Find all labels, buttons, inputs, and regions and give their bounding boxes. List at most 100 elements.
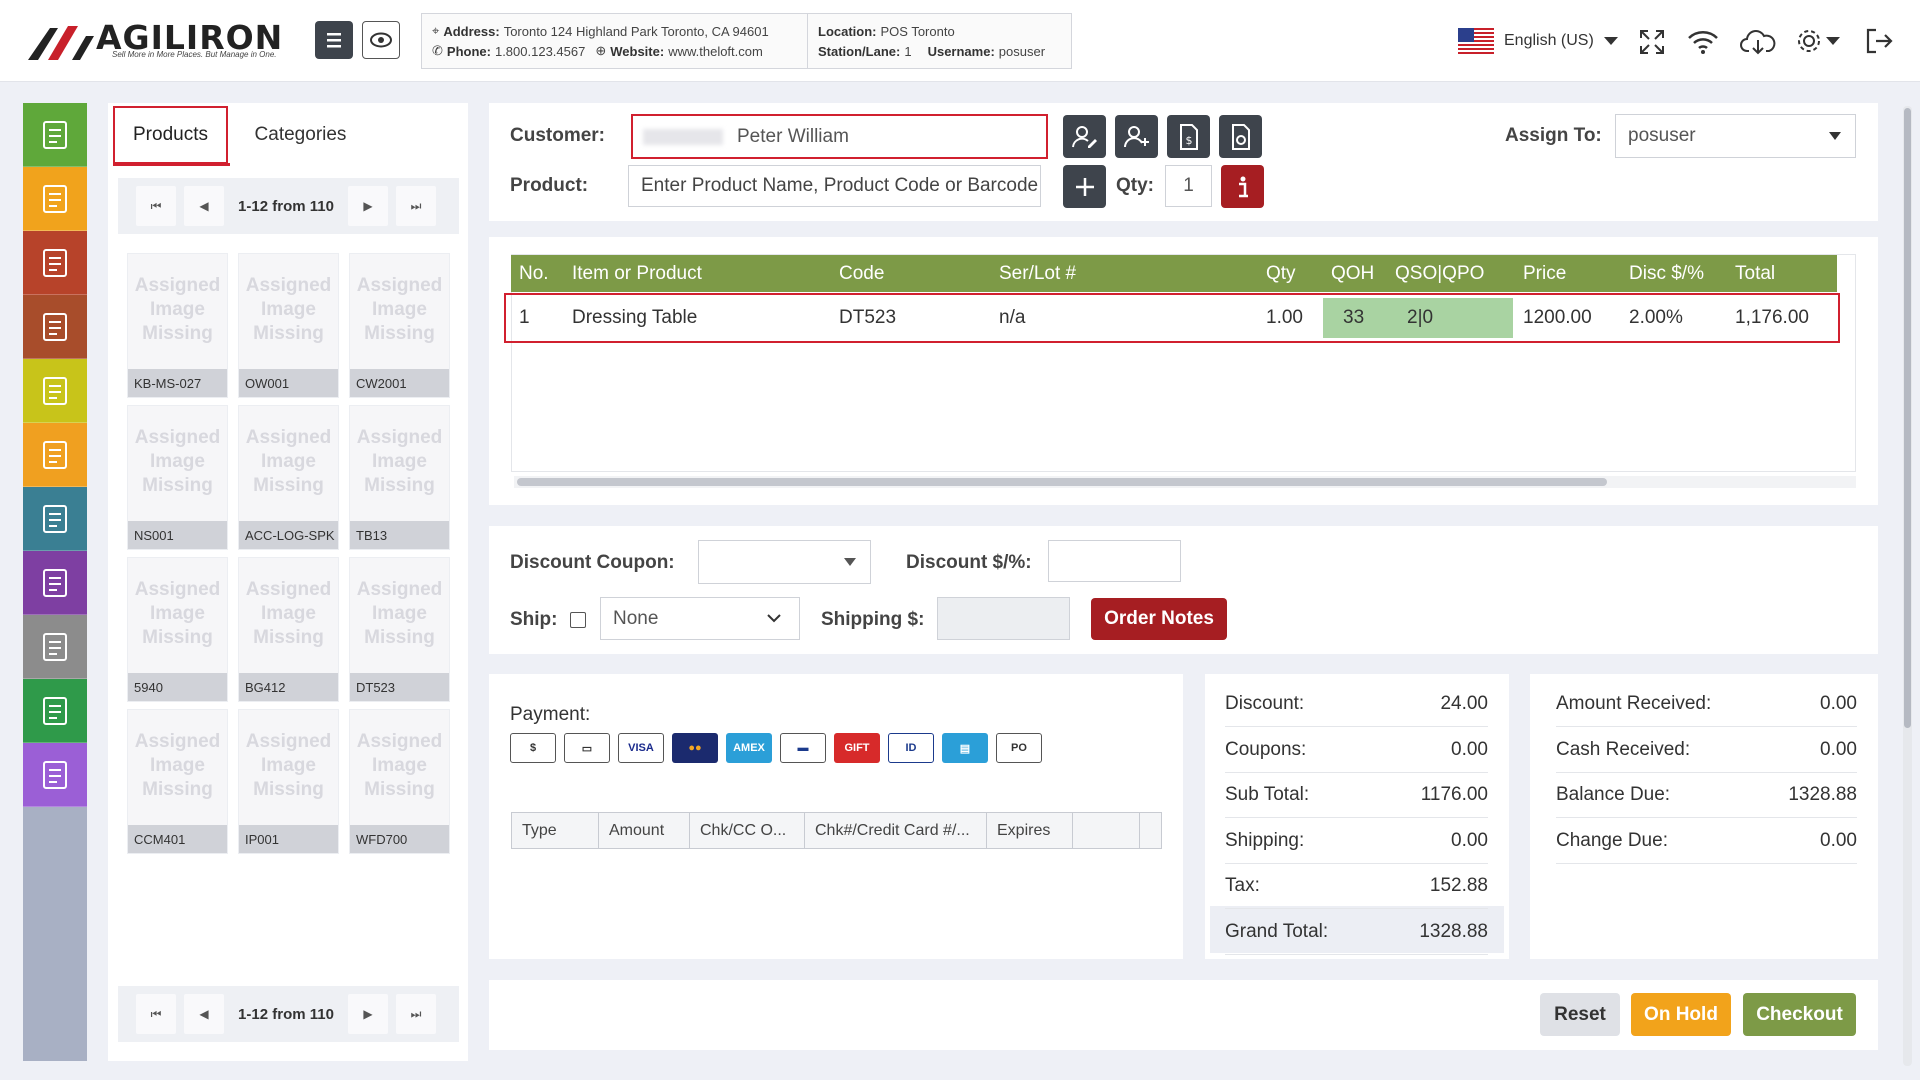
add-customer-button[interactable] <box>1115 115 1158 158</box>
tab-products[interactable]: Products <box>113 106 228 164</box>
payment-gift-icon[interactable]: GIFT <box>834 733 880 763</box>
first-page-button[interactable]: ⏮ <box>136 994 176 1034</box>
assign-to-select[interactable]: posuser <box>1615 114 1856 158</box>
shipping-cost-input[interactable] <box>937 597 1070 640</box>
sidebar-item[interactable] <box>23 167 87 231</box>
next-page-button[interactable]: ▶ <box>348 186 388 226</box>
total-row: Tax: 152.88 <box>1225 864 1488 909</box>
payment-check-icon[interactable]: ▭ <box>564 733 610 763</box>
missing-image-placeholder: Assigned Image Missing <box>245 730 332 800</box>
sidebar-item[interactable] <box>23 679 87 743</box>
col-qoh: QOH <box>1331 262 1375 284</box>
info-icon <box>1238 176 1248 197</box>
payment-mastercard-icon[interactable]: ●● <box>672 733 718 763</box>
document-icon <box>1231 123 1250 150</box>
wifi-icon[interactable] <box>1686 28 1720 56</box>
gear-icon[interactable] <box>1794 26 1824 56</box>
redacted-text <box>643 129 723 145</box>
last-page-button[interactable]: ⏭ <box>396 994 436 1034</box>
discount-input[interactable] <box>1048 540 1181 582</box>
product-tile[interactable]: Assigned Image Missing DT523 <box>349 557 450 702</box>
customer-input[interactable]: Peter William <box>631 114 1048 159</box>
gift-card-icon <box>43 440 67 469</box>
sidebar-item[interactable] <box>23 551 87 615</box>
payment-debit-icon[interactable]: ▤ <box>942 733 988 763</box>
total-value: 0.00 <box>1451 829 1488 851</box>
col-blank <box>1073 813 1140 848</box>
tab-categories[interactable]: Categories <box>238 106 363 164</box>
add-product-button[interactable] <box>1063 165 1106 208</box>
product-tile[interactable]: Assigned Image Missing CW2001 <box>349 253 450 398</box>
line-items-header: No. Item or Product Code Ser/Lot # Qty Q… <box>511 255 1837 292</box>
payment-po-icon[interactable]: PO <box>996 733 1042 763</box>
sidebar-item[interactable] <box>23 743 87 807</box>
product-tile[interactable]: Assigned Image Missing ACC-LOG-SPK <box>238 405 339 550</box>
station-value: 1 <box>904 43 912 59</box>
ship-method-select[interactable]: None <box>600 597 800 640</box>
edit-customer-button[interactable] <box>1063 115 1106 158</box>
prev-page-button[interactable]: ◀ <box>184 186 224 226</box>
product-code: TB13 <box>350 521 449 549</box>
ship-method-value: None <box>613 607 659 629</box>
settings-caret-icon[interactable] <box>1826 36 1840 46</box>
product-tile[interactable]: Assigned Image Missing IP001 <box>238 709 339 854</box>
reset-button[interactable]: Reset <box>1540 993 1620 1036</box>
payment-amex-icon[interactable]: AMEX <box>726 733 772 763</box>
payment-id-card-icon[interactable]: ID <box>888 733 934 763</box>
product-tile[interactable]: Assigned Image Missing TB13 <box>349 405 450 550</box>
total-row: Sub Total: 1176.00 <box>1225 773 1488 818</box>
order-notes-button[interactable]: Order Notes <box>1091 598 1227 640</box>
next-page-button[interactable]: ▶ <box>348 994 388 1034</box>
table-hscrollbar[interactable] <box>514 476 1856 488</box>
customer-invoice-button[interactable]: $ <box>1167 115 1210 158</box>
view-toggle-button[interactable] <box>362 21 400 59</box>
sidebar-item[interactable] <box>23 487 87 551</box>
language-selector[interactable]: English (US) <box>1458 26 1618 56</box>
plus-icon <box>1075 177 1094 196</box>
payment-credit-card-icon[interactable]: ▬ <box>780 733 826 763</box>
sidebar-item[interactable] <box>23 615 87 679</box>
shipping-cost-label: Shipping $: <box>821 609 925 630</box>
payment-cash-icon[interactable]: $ <box>510 733 556 763</box>
on-hold-button[interactable]: On Hold <box>1631 993 1731 1036</box>
product-info-button[interactable] <box>1221 165 1264 208</box>
product-code: IP001 <box>239 825 338 853</box>
product-code: KB-MS-027 <box>128 369 227 397</box>
ship-checkbox[interactable] <box>570 612 586 628</box>
prev-page-button[interactable]: ◀ <box>184 994 224 1034</box>
product-tile[interactable]: Assigned Image Missing KB-MS-027 <box>127 253 228 398</box>
page-scrollbar[interactable] <box>1903 106 1912 1066</box>
last-page-button[interactable]: ⏭ <box>396 186 436 226</box>
total-value: 24.00 <box>1440 693 1488 714</box>
page-scroll-thumb[interactable] <box>1904 108 1911 728</box>
sidebar-item[interactable] <box>23 295 87 359</box>
customer-document-button[interactable] <box>1219 115 1262 158</box>
logout-icon[interactable] <box>1864 27 1894 55</box>
col-expires: Expires <box>987 813 1073 848</box>
discount-coupon-select[interactable] <box>698 540 871 584</box>
sidebar-item[interactable] <box>23 359 87 423</box>
checkout-button[interactable]: Checkout <box>1743 993 1856 1036</box>
scroll-thumb[interactable] <box>517 478 1607 486</box>
sidebar-item[interactable] <box>23 423 87 487</box>
product-tile[interactable]: Assigned Image Missing WFD700 <box>349 709 450 854</box>
product-search-input[interactable]: Enter Product Name, Product Code or Barc… <box>628 165 1041 207</box>
qty-input[interactable]: 1 <box>1165 165 1212 207</box>
payment-visa-icon[interactable]: VISA <box>618 733 664 763</box>
caret-down-icon <box>844 558 856 566</box>
fullscreen-icon[interactable] <box>1638 28 1666 56</box>
missing-image-placeholder: Assigned Image Missing <box>245 426 332 496</box>
menu-button[interactable] <box>315 21 353 59</box>
sidebar-item[interactable] <box>23 103 87 167</box>
product-tile[interactable]: Assigned Image Missing NS001 <box>127 405 228 550</box>
product-tile[interactable]: Assigned Image Missing OW001 <box>238 253 339 398</box>
sidebar-item[interactable] <box>23 231 87 295</box>
product-code: ACC-LOG-SPK <box>239 521 338 549</box>
product-tile[interactable]: Assigned Image Missing 5940 <box>127 557 228 702</box>
cloud-download-icon[interactable] <box>1740 27 1776 57</box>
missing-image-placeholder: Assigned Image Missing <box>134 730 221 800</box>
hamburger-icon <box>327 33 341 48</box>
product-tile[interactable]: Assigned Image Missing BG412 <box>238 557 339 702</box>
product-tile[interactable]: Assigned Image Missing CCM401 <box>127 709 228 854</box>
first-page-button[interactable]: ⏮ <box>136 186 176 226</box>
